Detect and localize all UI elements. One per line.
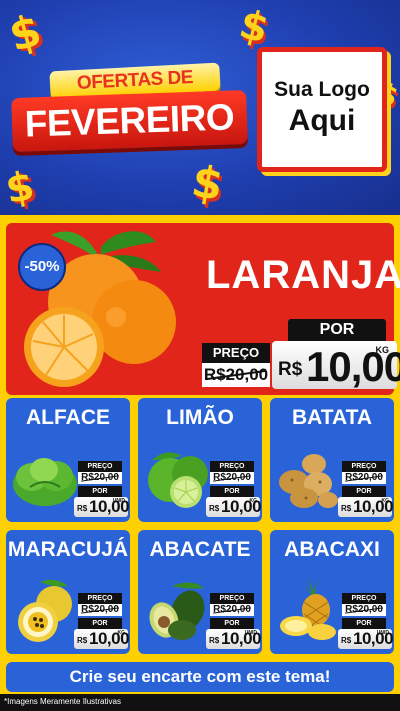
new-price-tag: R$ 10,00 UNID (206, 629, 262, 649)
featured-product-name: LARANJA (206, 253, 400, 297)
price-unit: KG (381, 498, 390, 504)
price-unit: UNID (244, 630, 257, 636)
price-unit: UNID (376, 630, 389, 636)
title-main-line: FEVEREIRO (11, 89, 248, 153)
product-card-abacaxi[interactable]: ABACAXI PREÇO R$20,00 POR R$ 10,00 UNID (270, 530, 394, 654)
old-price-label: PREÇO (78, 593, 122, 604)
old-price-label: PREÇO (210, 461, 254, 472)
product-name: MARACUJÁ (7, 538, 129, 561)
lettuce-icon (13, 458, 77, 506)
new-price-label: POR (342, 618, 386, 629)
currency-symbol: R$ (278, 359, 303, 380)
potato-icon (279, 454, 338, 508)
avocado-icon (149, 582, 205, 640)
product-name: ABACATE (149, 538, 251, 561)
new-price-label: POR (288, 319, 386, 341)
product-card-abacate[interactable]: ABACATE PREÇO R$20,00 POR R$ 10,00 UNID (138, 530, 262, 654)
new-price-label: POR (78, 618, 122, 629)
currency-symbol: R$ (341, 636, 352, 645)
logo-placeholder[interactable]: Sua Logo Aqui (257, 47, 387, 172)
dollar-sign-icon: $ (2, 162, 38, 214)
old-price: R$20,00 (210, 472, 254, 484)
product-name: ABACAXI (284, 538, 380, 561)
create-flyer-button[interactable]: Crie seu encarte com este tema! (6, 662, 394, 692)
price-unit: UNID (112, 498, 125, 504)
new-price-label: POR (210, 618, 254, 629)
featured-section: -50% LARANJA PREÇO R$20,00 POR R$ 10,00 … (0, 215, 400, 398)
logo-text-line2: Aqui (288, 104, 356, 137)
old-price: R$20,00 (78, 604, 122, 616)
old-price: R$20,00 (342, 472, 386, 484)
new-price-tag: R$ 10,00 KG (206, 497, 262, 517)
new-price-tag: R$ 10,00 KG (338, 497, 394, 517)
currency-symbol: R$ (209, 636, 220, 645)
old-price: R$20,00 (78, 472, 122, 484)
new-price-label: POR (78, 486, 122, 497)
currency-symbol: R$ (341, 504, 352, 513)
product-grid: ALFACE PREÇO R$20,00 POR R$ 10,00 UNID L… (0, 398, 400, 660)
product-card-limao[interactable]: LIMÃO PREÇO R$20,00 POR R$ 10,00 KG (138, 398, 262, 522)
old-price: R$20,00 (210, 604, 254, 616)
new-price-tag: R$ 10,00 UNID (338, 629, 394, 649)
product-name: BATATA (291, 406, 373, 429)
product-card-batata[interactable]: BATATA PREÇO R$20,00 POR R$ 10,00 KG (270, 398, 394, 522)
old-price: R$20,00 (342, 604, 386, 616)
product-name: LIMÃO (166, 406, 234, 429)
featured-card[interactable]: -50% LARANJA PREÇO R$20,00 POR R$ 10,00 … (6, 223, 400, 395)
price-unit: KG (249, 498, 258, 504)
old-price: R$20,00 (202, 363, 270, 387)
lime-icon (148, 452, 208, 508)
pineapple-icon (280, 576, 336, 640)
product-name: ALFACE (26, 406, 110, 429)
promo-title: OFERTAS DE FEVEREIRO (11, 62, 248, 157)
old-price-label: PREÇO (342, 461, 386, 472)
discount-badge: -50% (18, 243, 66, 291)
header-banner: $ $ $ $ $ $ OFERTAS DE FEVEREIRO Sua Log… (0, 0, 400, 215)
dollar-sign-icon: $ (187, 155, 227, 212)
logo-text-line1: Sua Logo (274, 78, 370, 101)
old-price-label: PREÇO (342, 593, 386, 604)
price-unit: KG (117, 630, 126, 636)
currency-symbol: R$ (209, 504, 220, 513)
currency-symbol: R$ (77, 504, 88, 513)
currency-symbol: R$ (77, 636, 88, 645)
cta-section: Crie seu encarte com este tema! (0, 660, 400, 694)
old-price-label: PREÇO (202, 343, 270, 363)
new-price-label: POR (342, 486, 386, 497)
new-price-label: POR (210, 486, 254, 497)
new-price-tag: R$ 10,00 KG (272, 341, 400, 390)
disclaimer-text: *Imagens Meramente Ilustrativas (4, 697, 121, 706)
old-price-label: PREÇO (210, 593, 254, 604)
new-price-tag: R$ 10,00 UNID (74, 497, 130, 517)
new-price-tag: R$ 10,00 KG (74, 629, 130, 649)
dollar-sign-icon: $ (3, 4, 47, 63)
product-card-alface[interactable]: ALFACE PREÇO R$20,00 POR R$ 10,00 UNID (6, 398, 130, 522)
passion-fruit-icon (18, 579, 72, 642)
product-card-maracuja[interactable]: MARACUJÁ PREÇO R$20,00 POR R$ 10,00 KG (6, 530, 130, 654)
disclaimer-bar: *Imagens Meramente Ilustrativas (0, 694, 400, 711)
old-price-label: PREÇO (78, 461, 122, 472)
price-unit: KG (375, 345, 390, 355)
dollar-sign-icon: $ (234, 1, 274, 53)
